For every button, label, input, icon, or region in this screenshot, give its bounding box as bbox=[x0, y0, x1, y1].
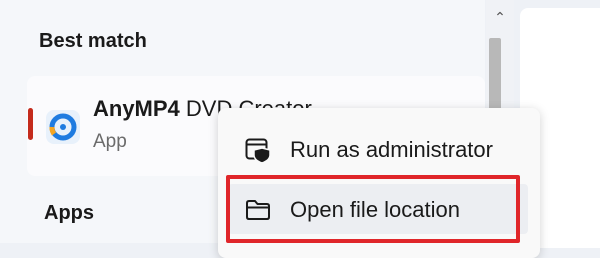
menu-item-label: Run as administrator bbox=[290, 137, 493, 162]
anymp4-dvd-creator-icon bbox=[46, 110, 80, 144]
selection-indicator bbox=[28, 108, 33, 140]
best-match-heading: Best match bbox=[39, 30, 147, 52]
app-type: App bbox=[93, 131, 127, 152]
apps-heading: Apps bbox=[44, 202, 94, 224]
scroll-up-icon[interactable]: ⌃ bbox=[491, 9, 509, 27]
annotation-highlight-box bbox=[226, 175, 520, 243]
menu-item-run-as-administrator[interactable]: Run as administrator bbox=[228, 124, 528, 176]
app-name-bold: AnyMP4 bbox=[93, 96, 180, 121]
shield-window-icon bbox=[244, 136, 272, 164]
